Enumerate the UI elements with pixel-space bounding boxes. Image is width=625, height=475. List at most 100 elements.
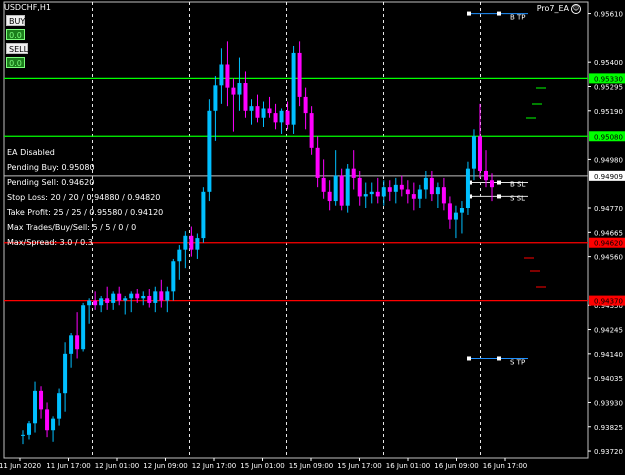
- candle-body: [177, 249, 182, 262]
- candle-body: [297, 52, 302, 97]
- x-tick-label: 16 Jun 17:00: [483, 462, 527, 470]
- candle-body: [423, 177, 428, 190]
- candle-body: [201, 191, 206, 239]
- candle-body: [339, 175, 344, 206]
- x-tick-label: 15 Jun 01:00: [240, 462, 284, 470]
- candle-body: [105, 298, 110, 303]
- buy-button[interactable]: BUY: [6, 15, 25, 26]
- candle-body: [393, 184, 398, 192]
- candle-body: [309, 113, 314, 148]
- candle-body: [99, 298, 104, 306]
- candle-body: [171, 261, 176, 292]
- sell-tp-level-label: S TP: [510, 358, 525, 366]
- candle-body: [417, 189, 422, 199]
- candle-body: [435, 187, 440, 195]
- sell-stop-level-top-value: 0.95330: [594, 75, 623, 83]
- buy-tp-level-marker: [497, 11, 501, 16]
- candle-body: [249, 106, 254, 111]
- candle-body: [465, 168, 470, 209]
- buy-tp-level-label: B TP: [510, 14, 526, 22]
- candle-body: [75, 335, 80, 350]
- candle-body: [69, 335, 74, 354]
- candle-body: [255, 106, 260, 118]
- candle-body: [399, 184, 404, 190]
- y-tick-label: 0.93930: [594, 399, 623, 407]
- candle-body: [225, 64, 230, 88]
- info-stop-loss: Stop Loss: 20 / 20 / 0.94880 / 0.94820: [7, 193, 161, 202]
- candle-body: [291, 52, 296, 125]
- candle-body: [111, 293, 116, 303]
- sell-stop-level-bottom-value: 0.94370: [594, 298, 623, 306]
- buy-lot-field[interactable]: 0.0: [6, 29, 25, 40]
- sell-lot-field[interactable]: 0.0: [6, 57, 25, 68]
- candle-body: [441, 187, 446, 204]
- x-tick-label: 12 Jun 09:00: [143, 462, 187, 470]
- candle-body: [81, 305, 86, 350]
- buy-tp-level-marker: [467, 11, 471, 16]
- candle-body: [381, 187, 386, 197]
- candle-body: [369, 191, 374, 195]
- y-tick-label: 0.95190: [594, 108, 623, 116]
- y-tick-label: 0.94980: [594, 156, 623, 164]
- candle-body: [351, 168, 356, 178]
- candle-body: [219, 64, 224, 86]
- candle-body: [39, 390, 44, 410]
- sell-sl-level-marker: [497, 194, 501, 199]
- candle-body: [93, 300, 98, 306]
- candle-body: [207, 110, 212, 192]
- sell-button[interactable]: SELL: [6, 43, 28, 54]
- candle-body: [459, 208, 464, 213]
- candle-body: [33, 390, 38, 424]
- candle-body: [183, 235, 188, 250]
- candle-body: [279, 110, 284, 123]
- candle-body: [147, 295, 152, 303]
- y-tick-label: 0.94245: [594, 327, 623, 335]
- candle-body: [129, 293, 134, 299]
- x-tick-label: 11 Jun 2020: [0, 462, 41, 470]
- candle-body: [447, 203, 452, 220]
- candle-body: [273, 113, 278, 123]
- candle-body: [141, 295, 146, 299]
- price-chart[interactable]: 11 Jun 2020 11 Jun 17:00 12 Jun 01:00 12 Ju…: [0, 0, 625, 475]
- y-tick-label: 0.94560: [594, 254, 623, 262]
- candle-body: [135, 293, 140, 299]
- candle-body: [387, 187, 392, 192]
- x-tick-label: 12 Jun 17:00: [192, 462, 236, 470]
- candle-body: [477, 136, 482, 171]
- candle-body: [231, 87, 236, 95]
- pending-sell-level-value: 0.94620: [594, 240, 623, 248]
- candle-body: [195, 238, 200, 250]
- info-take-profit: Take Profit: 25 / 25 / 0.95580 / 0.94120: [7, 208, 164, 217]
- info-pending-buy: Pending Buy: 0.95080: [7, 163, 95, 172]
- candle-body: [363, 194, 368, 197]
- candle-body: [153, 291, 158, 303]
- candle-body: [165, 291, 170, 301]
- candle-body: [375, 191, 380, 197]
- y-tick-label: 0.95400: [594, 59, 623, 67]
- candle-body: [261, 108, 266, 118]
- candle-body: [483, 170, 488, 181]
- x-tick-label: 15 Jun 17:00: [337, 462, 381, 470]
- y-tick-label: 0.95610: [594, 11, 623, 19]
- candle-body: [51, 418, 56, 431]
- candle-body: [63, 353, 68, 394]
- x-tick-label: 16 Jun 01:00: [386, 462, 430, 470]
- smiley-icon: ☺: [571, 4, 581, 14]
- y-tick-label: 0.94035: [594, 375, 623, 383]
- info-pending-sell: Pending Sell: 0.94620: [7, 178, 95, 187]
- candle-body: [357, 177, 362, 197]
- buy-sl-level-label: B SL: [510, 181, 525, 189]
- y-tick-label: 0.93825: [594, 424, 623, 432]
- candle-body: [21, 434, 25, 436]
- x-tick-label: 11 Jun 17:00: [46, 462, 90, 470]
- info-max-spread: Max/Spread: 3.0 / 0.3: [7, 238, 93, 247]
- candle-body: [243, 83, 248, 111]
- y-tick-label: 0.93720: [594, 448, 623, 456]
- candle-body: [267, 108, 272, 114]
- candle-body: [490, 180, 494, 188]
- current-price-value: 0.94909: [594, 173, 623, 181]
- candle-body: [471, 136, 476, 169]
- x-tick-label: 15 Jun 09:00: [289, 462, 333, 470]
- candle-body: [405, 189, 410, 195]
- y-tick-label: 0.94140: [594, 351, 623, 359]
